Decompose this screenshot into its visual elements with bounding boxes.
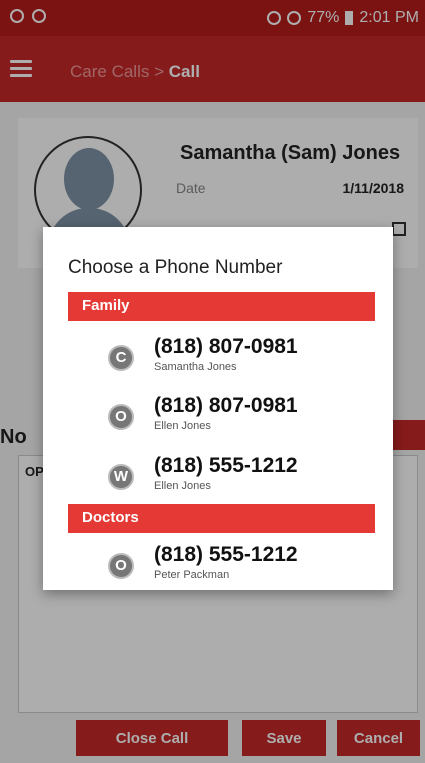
phone-option[interactable]: O (818) 555-1212 Peter Packman	[108, 543, 368, 593]
office-phone-icon: O	[108, 404, 134, 430]
phone-option[interactable]: C (818) 807-0981 Samantha Jones	[108, 335, 368, 385]
phone-number: (818) 555-1212	[154, 454, 298, 477]
phone-number: (818) 555-1212	[154, 543, 298, 566]
contact-name: Ellen Jones	[154, 420, 211, 432]
phone-number: (818) 807-0981	[154, 335, 298, 358]
contact-name: Ellen Jones	[154, 480, 211, 492]
phone-number: (818) 807-0981	[154, 394, 298, 417]
section-doctors: Doctors	[68, 504, 375, 533]
section-family: Family	[68, 292, 375, 321]
cell-phone-icon: C	[108, 345, 134, 371]
contact-name: Samantha Jones	[154, 361, 237, 373]
dialog-title: Choose a Phone Number	[68, 257, 283, 278]
phone-option[interactable]: O (818) 807-0981 Ellen Jones	[108, 394, 368, 444]
office-phone-icon: O	[108, 553, 134, 579]
work-phone-icon: W	[108, 464, 134, 490]
phone-option[interactable]: W (818) 555-1212 Ellen Jones	[108, 454, 368, 504]
contact-name: Peter Packman	[154, 569, 230, 581]
phone-number-dialog: Choose a Phone Number Family C (818) 807…	[43, 227, 393, 590]
